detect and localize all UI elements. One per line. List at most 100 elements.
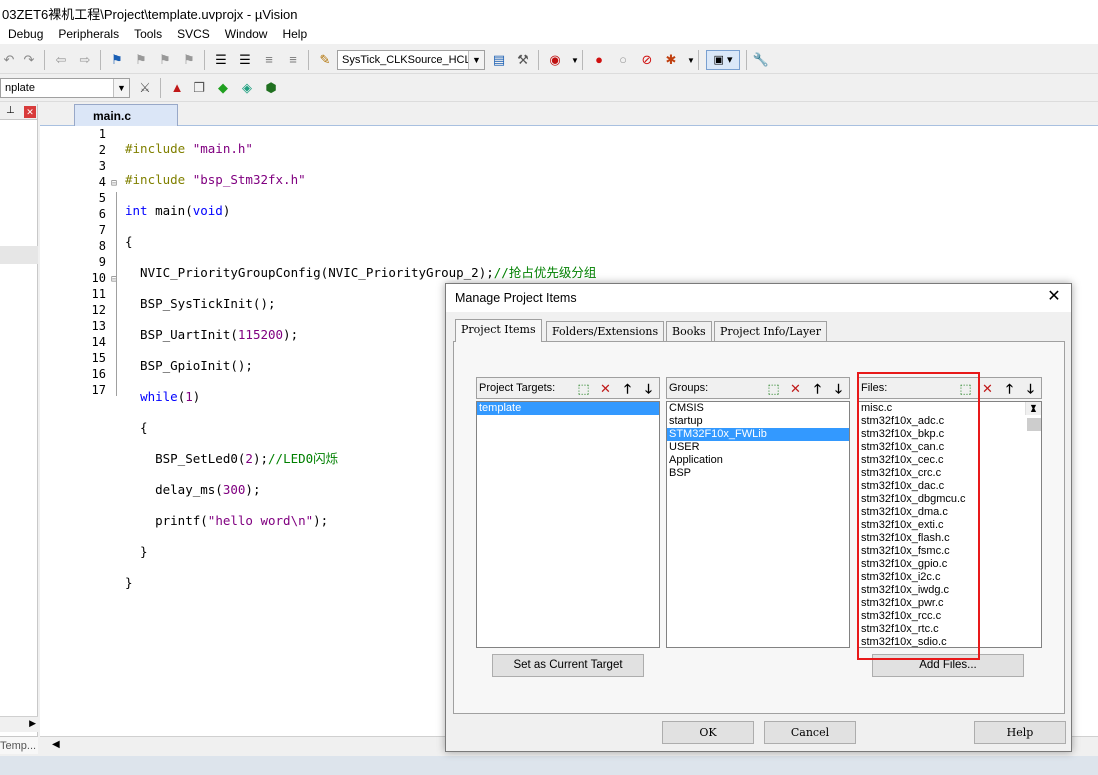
menu-tools[interactable]: Tools <box>126 27 169 44</box>
pack-installer-icon[interactable]: ◆ <box>214 79 232 97</box>
chevron-down-icon[interactable]: ▼ <box>113 79 129 97</box>
tab-main-c[interactable]: main.c <box>74 104 178 126</box>
target-options-icon[interactable]: ⚔ <box>136 79 154 97</box>
list-item[interactable]: stm32f10x_cec.c <box>859 454 1041 467</box>
breakpoint-insert-icon[interactable]: ● <box>590 51 608 69</box>
list-item[interactable]: CMSIS <box>667 402 849 415</box>
breakpoint-enable-icon[interactable]: ○ <box>614 51 632 69</box>
undo-icon[interactable]: ↶ <box>0 51 18 69</box>
find-combo[interactable]: SysTick_CLKSource_HCLK ▼ <box>337 50 485 70</box>
new-file-icon[interactable]: ⬚ <box>957 380 974 397</box>
nav-back-icon[interactable]: ⇦ <box>52 51 70 69</box>
menu-debug[interactable]: Debug <box>0 27 50 44</box>
bookmark-toggle-icon[interactable]: ⚑ <box>108 51 126 69</box>
list-item[interactable]: stm32f10x_pwr.c <box>859 597 1041 610</box>
list-item[interactable]: template <box>477 402 659 415</box>
bookmark-clear-icon[interactable]: ⚑ <box>180 51 198 69</box>
redo-icon[interactable]: ↷ <box>20 51 38 69</box>
indent-icon[interactable]: ☰ <box>212 51 230 69</box>
project-tree-selected-row[interactable] <box>0 246 38 264</box>
chevron-down-icon[interactable]: ▼ <box>1029 402 1038 414</box>
move-down-icon[interactable]: 🡓 <box>1022 380 1039 397</box>
help-button[interactable]: Help <box>974 721 1066 744</box>
list-item[interactable]: USER <box>667 441 849 454</box>
list-item[interactable]: stm32f10x_crc.c <box>859 467 1041 480</box>
list-item[interactable]: stm32f10x_bkp.c <box>859 428 1041 441</box>
cancel-button[interactable]: Cancel <box>764 721 856 744</box>
move-up-icon[interactable]: 🡑 <box>1001 380 1018 397</box>
nav-forward-icon[interactable]: ⇨ <box>76 51 94 69</box>
window-layout-icon[interactable]: ▣ ▾ <box>706 50 740 70</box>
close-icon[interactable]: ✕ <box>24 106 36 118</box>
list-item[interactable]: stm32f10x_iwdg.c <box>859 584 1041 597</box>
select-packs-icon[interactable]: ◈ <box>238 79 256 97</box>
list-item[interactable]: misc.c <box>859 402 1041 415</box>
uncomment-icon[interactable]: ≡ <box>284 51 302 69</box>
debug-session-icon[interactable]: ◉ <box>546 51 564 69</box>
find-icon[interactable]: ▤ <box>490 51 508 69</box>
list-item[interactable]: stm32f10x_i2c.c <box>859 571 1041 584</box>
list-item[interactable]: stm32f10x_rcc.c <box>859 610 1041 623</box>
delete-file-icon[interactable]: ✕ <box>979 380 996 397</box>
find-in-files-icon[interactable]: ✎ <box>316 51 334 69</box>
target-select[interactable]: nplate ▼ <box>0 78 130 98</box>
move-up-icon[interactable]: 🡑 <box>809 380 826 397</box>
tab-folders-extensions[interactable]: Folders/Extensions <box>546 321 665 341</box>
horizontal-scrollbar[interactable]: ▶ <box>0 716 38 732</box>
list-item[interactable]: stm32f10x_dac.c <box>859 480 1041 493</box>
menu-window[interactable]: Window <box>217 27 275 44</box>
files-vertical-scrollbar[interactable]: ▲ ▼ <box>1025 402 1041 431</box>
list-item[interactable]: stm32f10x_can.c <box>859 441 1041 454</box>
menu-help[interactable]: Help <box>274 27 314 44</box>
menu-peripherals[interactable]: Peripherals <box>50 27 126 44</box>
comment-icon[interactable]: ≡ <box>260 51 278 69</box>
line-number: 15 <box>91 351 106 365</box>
breakpoint-kill-icon[interactable]: ✱ <box>662 51 680 69</box>
delete-group-icon[interactable]: ✕ <box>787 380 804 397</box>
tab-project-items[interactable]: Project Items <box>455 319 542 342</box>
delete-target-icon[interactable]: ✕ <box>597 380 614 397</box>
move-down-icon[interactable]: 🡓 <box>640 380 657 397</box>
list-item[interactable]: stm32f10x_sdio.c <box>859 636 1041 647</box>
list-item[interactable]: stm32f10x_gpio.c <box>859 558 1041 571</box>
new-group-icon[interactable]: ⬚ <box>765 380 782 397</box>
pin-icon[interactable]: ⊥ <box>6 105 15 116</box>
unindent-icon[interactable]: ☰ <box>236 51 254 69</box>
list-item[interactable]: stm32f10x_flash.c <box>859 532 1041 545</box>
close-icon[interactable]: ✕ <box>1045 288 1063 306</box>
list-item[interactable]: stm32f10x_fsmc.c <box>859 545 1041 558</box>
add-files-button[interactable]: Add Files... <box>872 654 1024 677</box>
list-item[interactable]: startup <box>667 415 849 428</box>
move-down-icon[interactable]: 🡓 <box>830 380 847 397</box>
project-pane-tab[interactable]: Temp... <box>0 736 38 754</box>
set-current-target-button[interactable]: Set as Current Target <box>492 654 644 677</box>
manage-project-icon[interactable]: ▲ <box>168 79 186 97</box>
ok-button[interactable]: OK <box>662 721 754 744</box>
tab-books[interactable]: Books <box>666 321 712 341</box>
project-window-icon[interactable]: ❐ <box>190 79 208 97</box>
manage-rte-icon[interactable]: ⬢ <box>262 79 280 97</box>
list-item[interactable]: stm32f10x_dma.c <box>859 506 1041 519</box>
list-item[interactable]: STM32F10x_FWLib <box>667 428 849 441</box>
list-item[interactable]: stm32f10x_dbgmcu.c <box>859 493 1041 506</box>
fold-toggle-icon[interactable]: ⊟ <box>111 178 121 189</box>
move-up-icon[interactable]: 🡑 <box>619 380 636 397</box>
list-item[interactable]: stm32f10x_adc.c <box>859 415 1041 428</box>
list-item[interactable]: Application <box>667 454 849 467</box>
chevron-right-icon[interactable]: ▶ <box>29 718 36 729</box>
configure-icon[interactable]: 🔧 <box>752 51 770 69</box>
chevron-left-icon[interactable]: ◀ <box>52 739 60 750</box>
breakpoint-disable-icon[interactable]: ⊘ <box>638 51 656 69</box>
toolbar-separator <box>746 50 747 70</box>
chevron-down-icon[interactable]: ▼ <box>468 51 484 69</box>
scrollbar-thumb[interactable] <box>1027 418 1041 431</box>
bookmark-prev-icon[interactable]: ⚑ <box>132 51 150 69</box>
menu-svcs[interactable]: SVCS <box>169 27 217 44</box>
incremental-find-icon[interactable]: ⚒ <box>514 51 532 69</box>
list-item[interactable]: BSP <box>667 467 849 480</box>
new-target-icon[interactable]: ⬚ <box>575 380 592 397</box>
list-item[interactable]: stm32f10x_exti.c <box>859 519 1041 532</box>
list-item[interactable]: stm32f10x_rtc.c <box>859 623 1041 636</box>
bookmark-next-icon[interactable]: ⚑ <box>156 51 174 69</box>
tab-project-info-layer[interactable]: Project Info/Layer <box>714 321 827 341</box>
